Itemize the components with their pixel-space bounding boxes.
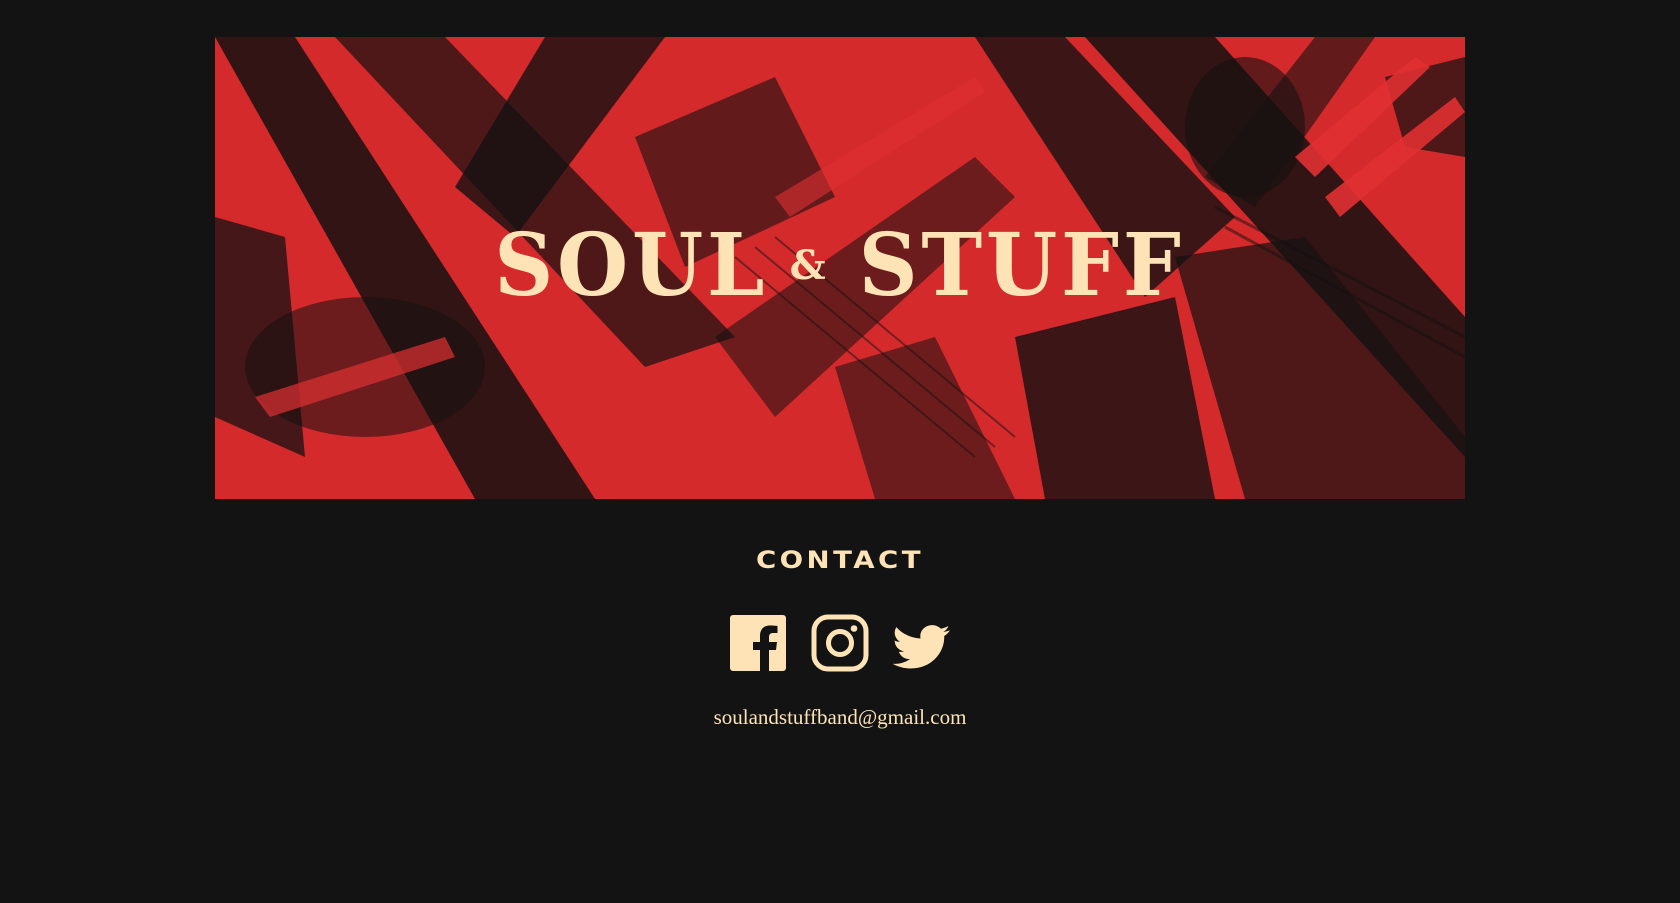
hero-banner: SOUL & STUFF (215, 37, 1465, 499)
facebook-link[interactable] (729, 614, 787, 672)
social-links (0, 614, 1680, 672)
facebook-icon (730, 615, 786, 672)
twitter-icon (893, 625, 951, 669)
band-logo: SOUL & STUFF (215, 37, 1465, 499)
logo-ampersand: & (789, 242, 830, 289)
contact-heading: CONTACT (755, 546, 925, 574)
instagram-icon (811, 614, 869, 672)
email-link[interactable]: soulandstuffband@gmail.com (0, 705, 1680, 730)
logo-word-stuff: STUFF (858, 215, 1185, 316)
instagram-link[interactable] (811, 614, 869, 672)
logo-word-soul: SOUL (494, 215, 769, 316)
twitter-link[interactable] (893, 614, 951, 672)
